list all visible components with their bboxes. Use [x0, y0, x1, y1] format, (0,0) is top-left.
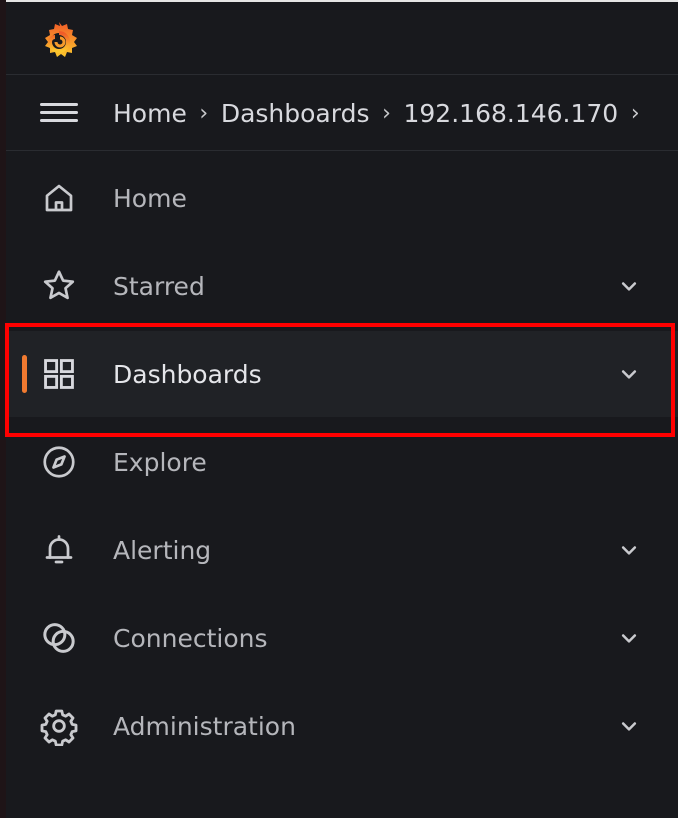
nav-item-alerting[interactable]: Alerting — [6, 507, 678, 593]
nav-item-label: Dashboards — [113, 359, 262, 389]
grafana-logo-icon[interactable] — [37, 19, 81, 63]
nav-item-dashboards[interactable]: Dashboards — [6, 331, 678, 417]
hamburger-line — [40, 103, 78, 106]
breadcrumb-separator-icon: › — [630, 100, 640, 126]
breadcrumb-separator-icon: › — [382, 100, 391, 126]
nav-item-starred[interactable]: Starred — [6, 243, 678, 329]
home-icon — [37, 176, 81, 220]
gear-icon — [37, 704, 81, 748]
compass-icon — [37, 440, 81, 484]
star-icon — [37, 264, 81, 308]
nav-item-connections[interactable]: Connections — [6, 595, 678, 681]
chevron-down-icon[interactable] — [617, 274, 641, 298]
navigation-panel: Home › Dashboards › 192.168.146.170 › Ho… — [6, 2, 678, 818]
nav-item-label: Connections — [113, 623, 268, 653]
nav-item-label: Starred — [113, 271, 205, 301]
nav-item-label: Explore — [113, 447, 207, 477]
connections-icon — [37, 616, 81, 660]
hamburger-line — [40, 119, 78, 122]
nav-item-label: Administration — [113, 711, 296, 741]
breadcrumb-separator-icon: › — [199, 100, 209, 126]
active-indicator — [22, 355, 27, 393]
nav-item-explore[interactable]: Explore — [6, 419, 678, 505]
bell-icon — [37, 528, 81, 572]
logo-bar — [6, 2, 678, 75]
hamburger-line — [40, 111, 78, 114]
nav-item-home[interactable]: Home — [6, 155, 678, 241]
breadcrumb: Home › Dashboards › 192.168.146.170 › — [113, 75, 652, 151]
chevron-down-icon[interactable] — [617, 362, 641, 386]
breadcrumb-current-dashboard[interactable]: 192.168.146.170 — [404, 99, 619, 128]
breadcrumb-dashboards[interactable]: Dashboards — [221, 99, 370, 128]
breadcrumb-bar: Home › Dashboards › 192.168.146.170 › — [6, 75, 678, 151]
nav-item-label: Alerting — [113, 535, 212, 565]
nav-item-administration[interactable]: Administration — [6, 683, 678, 769]
nav-item-label: Home — [113, 183, 187, 213]
apps-grid-icon — [37, 352, 81, 396]
chevron-down-icon[interactable] — [617, 626, 641, 650]
chevron-down-icon[interactable] — [617, 714, 641, 738]
menu-toggle-button[interactable] — [40, 101, 78, 125]
breadcrumb-home[interactable]: Home — [113, 99, 187, 128]
chevron-down-icon[interactable] — [617, 538, 641, 562]
